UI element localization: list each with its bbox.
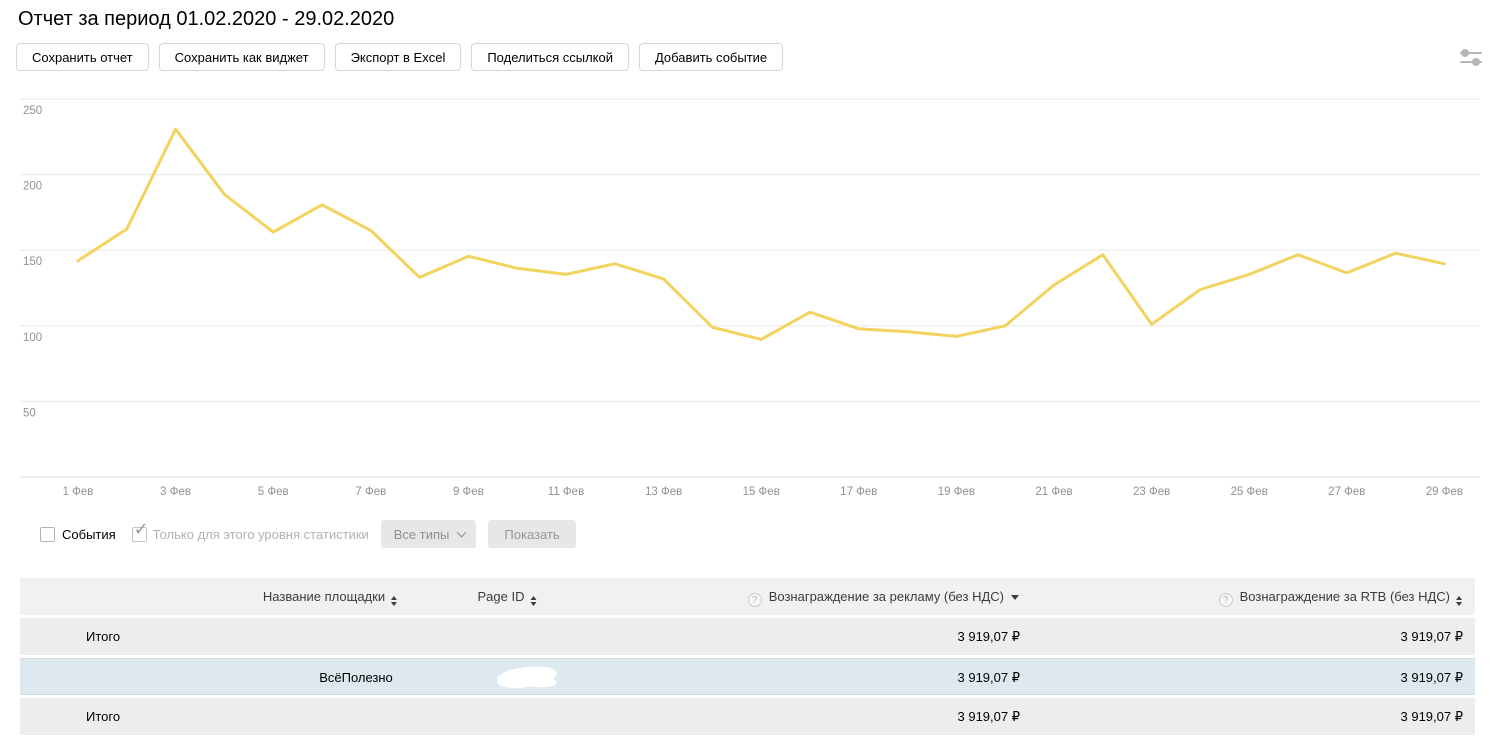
x-tick-label: 3 Фев (160, 486, 191, 498)
sort-icon[interactable] (1456, 596, 1462, 606)
x-tick-label: 17 Фев (840, 486, 877, 498)
events-checkbox-label[interactable]: События (62, 527, 116, 542)
page-title: Отчет за период 01.02.2020 - 29.02.2020 (18, 8, 394, 31)
table-row-site[interactable]: ВсёПолезно 3 919,07 ₽ 3 919,07 ₽ (20, 658, 1475, 695)
column-header-page-id[interactable]: Page ID (478, 578, 537, 615)
table-row-total-bottom: Итого 3 919,07 ₽ 3 919,07 ₽ (20, 698, 1475, 735)
x-tick-label: 29 Фев (1426, 486, 1463, 498)
x-tick-label: 13 Фев (645, 486, 682, 498)
revenue-series-line (78, 129, 1444, 339)
rtb-reward-value: 3 919,07 ₽ (1401, 659, 1464, 696)
event-type-select[interactable]: Все типы (381, 520, 477, 548)
events-filter-bar: События ✓ Только для этого уровня статис… (40, 520, 576, 548)
x-tick-label: 15 Фев (743, 486, 780, 498)
export-excel-button[interactable]: Экспорт в Excel (335, 43, 462, 71)
rtb-reward-value: 3 919,07 ₽ (1401, 618, 1464, 655)
level-checkbox-label[interactable]: Только для этого уровня статистики (153, 527, 369, 542)
help-icon[interactable]: ? (1219, 593, 1233, 607)
column-header-rtb-reward[interactable]: ?Вознаграждение за RTB (без НДС) (1219, 578, 1462, 615)
help-icon[interactable]: ? (748, 593, 762, 607)
check-icon: ✓ (134, 519, 149, 540)
total-label: Итого (86, 618, 120, 655)
total-label: Итого (86, 698, 120, 735)
ad-reward-value: 3 919,07 ₽ (958, 659, 1021, 696)
slider-knob (1472, 58, 1480, 66)
x-tick-label: 7 Фев (355, 486, 386, 498)
x-tick-label: 9 Фев (453, 486, 484, 498)
share-link-button[interactable]: Поделиться ссылкой (471, 43, 629, 71)
save-report-button[interactable]: Сохранить отчет (16, 43, 149, 71)
x-tick-label: 23 Фев (1133, 486, 1170, 498)
level-checkbox[interactable]: ✓ (132, 527, 147, 542)
x-tick-label: 21 Фев (1035, 486, 1072, 498)
column-header-site-name[interactable]: Название площадки (263, 578, 397, 615)
events-checkbox[interactable] (40, 527, 55, 542)
add-event-button[interactable]: Добавить событие (639, 43, 783, 71)
event-type-select-value: Все типы (394, 527, 450, 542)
sort-icon[interactable] (530, 596, 536, 606)
chart-settings-sliders-icon[interactable] (1460, 47, 1484, 65)
chevron-down-icon (457, 527, 467, 537)
y-tick-label: 200 (23, 181, 42, 193)
ad-reward-value: 3 919,07 ₽ (958, 698, 1021, 735)
x-tick-label: 11 Фев (548, 486, 584, 498)
x-tick-label: 1 Фев (63, 486, 94, 498)
table-header-row: Название площадки Page ID ?Вознаграждени… (20, 578, 1475, 615)
sort-desc-icon[interactable] (1011, 595, 1019, 600)
y-tick-label: 150 (23, 256, 42, 268)
toolbar: Сохранить отчет Сохранить как виджет Экс… (16, 43, 783, 71)
show-button[interactable]: Показать (488, 520, 575, 548)
y-tick-label: 250 (23, 105, 42, 117)
x-tick-label: 5 Фев (258, 486, 289, 498)
site-name[interactable]: ВсёПолезно (319, 659, 393, 696)
x-tick-label: 19 Фев (938, 486, 975, 498)
x-tick-label: 27 Фев (1328, 486, 1365, 498)
column-header-ad-reward[interactable]: ?Вознаграждение за рекламу (без НДС) (748, 578, 1019, 615)
slider-track (1460, 52, 1482, 54)
table-row-total-top: Итого 3 919,07 ₽ 3 919,07 ₽ (20, 618, 1475, 655)
rtb-reward-value: 3 919,07 ₽ (1401, 698, 1464, 735)
chart-canvas: 50 100 150 200 250 1 Фев 3 Фев 5 Фев 7 Фев 9 Фев 1… (20, 97, 1480, 502)
x-tick-label: 25 Фев (1231, 486, 1268, 498)
ad-reward-value: 3 919,07 ₽ (958, 618, 1021, 655)
y-tick-label: 50 (23, 407, 36, 419)
y-tick-label: 100 (23, 332, 42, 344)
slider-track (1460, 61, 1482, 63)
save-widget-button[interactable]: Сохранить как виджет (159, 43, 325, 71)
sort-icon[interactable] (391, 596, 397, 606)
revenue-line-chart: 50 100 150 200 250 1 Фев 3 Фев 5 Фев 7 Фев 9 Фев 1… (20, 97, 1480, 502)
stats-table: Название площадки Page ID ?Вознаграждени… (20, 578, 1475, 735)
slider-knob (1461, 49, 1469, 57)
